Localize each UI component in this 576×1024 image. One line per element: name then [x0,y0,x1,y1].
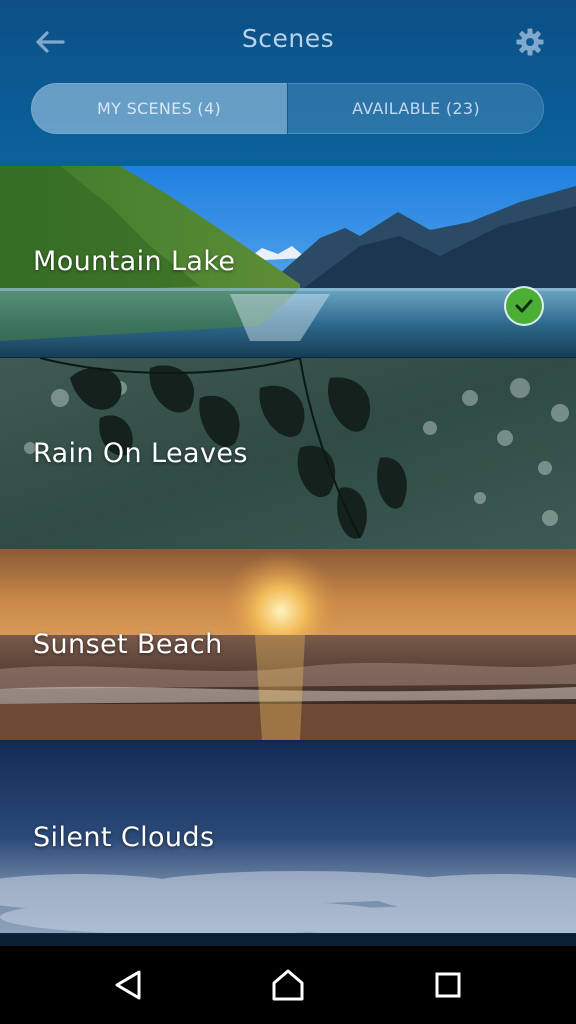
nav-home-icon [272,969,304,1001]
header: Scenes MY SCENES (4) AVAILABLE (23) [0,0,576,166]
scene-card-sunset-beach[interactable]: Sunset Beach [0,549,576,740]
scene-title: Silent Clouds [33,822,215,853]
list-end-strip [0,934,576,946]
scene-tabs: MY SCENES (4) AVAILABLE (23) [31,83,544,134]
gear-icon [516,28,544,56]
page-title: Scenes [241,24,335,53]
nav-back-icon [115,970,141,1000]
settings-button[interactable] [506,20,554,64]
scene-title: Sunset Beach [33,629,223,660]
nav-back-button[interactable] [98,962,158,1008]
scene-title: Rain On Leaves [33,438,248,469]
nav-home-button[interactable] [258,962,318,1008]
selected-check-badge [506,288,542,324]
nav-recents-button[interactable] [418,962,478,1008]
tab-my-scenes[interactable]: MY SCENES (4) [31,83,287,134]
checkmark-icon [515,299,533,313]
scene-card-rain-on-leaves[interactable]: Rain On Leaves [0,358,576,549]
scene-card-silent-clouds[interactable]: Silent Clouds [0,742,576,933]
tab-available[interactable]: AVAILABLE (23) [288,83,544,134]
scene-title: Mountain Lake [33,246,236,277]
scenes-screen: Scenes MY SCENES (4) AVAILABLE (23) Moun… [0,0,576,1024]
system-navigation-bar [0,946,576,1024]
scene-card-mountain-lake[interactable]: Mountain Lake [0,166,576,357]
nav-recents-icon [435,972,461,998]
